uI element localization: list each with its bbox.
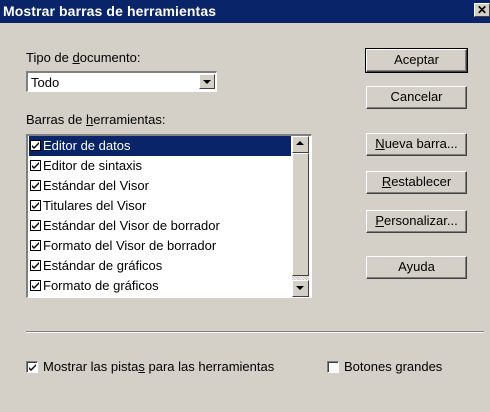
checkmark-icon bbox=[32, 202, 39, 209]
checkmark-icon bbox=[32, 242, 39, 249]
arrow-down-icon bbox=[296, 286, 304, 290]
large-buttons-checkbox[interactable] bbox=[327, 361, 339, 373]
document-type-value: Todo bbox=[31, 75, 60, 90]
toolbar-item-label: Estándar del Visor de borrador bbox=[43, 218, 220, 233]
toolbar-checkbox[interactable] bbox=[30, 140, 41, 151]
arrow-up-icon bbox=[296, 141, 304, 145]
toolbar-item-label: Formato del Visor de borrador bbox=[43, 238, 217, 253]
scroll-down-button[interactable] bbox=[292, 280, 309, 297]
toolbar-list-item[interactable]: Estándar del Visor de borrador bbox=[29, 216, 291, 236]
reset-button[interactable]: Restablecer bbox=[366, 171, 467, 194]
vertical-scrollbar[interactable] bbox=[292, 136, 309, 297]
scroll-up-button[interactable] bbox=[292, 136, 309, 153]
toolbar-list-item[interactable]: Editor de sintaxis bbox=[29, 156, 291, 176]
document-type-label: Tipo de documento: bbox=[26, 50, 141, 65]
toolbar-checkbox[interactable] bbox=[30, 200, 41, 211]
toolbar-checkbox[interactable] bbox=[30, 240, 41, 251]
close-icon: ✕ bbox=[476, 3, 488, 17]
chevron-down-icon bbox=[203, 80, 211, 84]
title-bar: Mostrar barras de herramientas ✕ bbox=[0, 0, 490, 23]
window-title: Mostrar barras de herramientas bbox=[3, 3, 217, 19]
show-tips-label[interactable]: Mostrar las pistas para las herramientas bbox=[43, 359, 274, 374]
large-buttons-label[interactable]: Botones grandes bbox=[344, 359, 442, 374]
new-toolbar-button[interactable]: Nueva barra... bbox=[366, 133, 467, 156]
toolbar-checkbox[interactable] bbox=[30, 220, 41, 231]
customize-button[interactable]: Personalizar... bbox=[366, 210, 467, 233]
checkmark-icon bbox=[32, 282, 39, 289]
toolbars-listbox[interactable]: Editor de datos Editor de sintaxis Estánda… bbox=[26, 134, 312, 298]
separator bbox=[26, 331, 484, 333]
cancel-button[interactable]: Cancelar bbox=[366, 86, 467, 109]
toolbar-item-label: Titulares del Visor bbox=[43, 198, 147, 213]
toolbar-list-item[interactable]: Formato del Visor de borrador bbox=[29, 236, 291, 256]
toolbar-checkbox[interactable] bbox=[30, 280, 41, 291]
toolbar-item-label: Editor de datos bbox=[43, 138, 131, 153]
toolbar-checkbox[interactable] bbox=[30, 160, 41, 171]
checkmark-icon bbox=[32, 162, 39, 169]
close-button[interactable]: ✕ bbox=[474, 3, 490, 17]
toolbar-item-label: Editor de sintaxis bbox=[43, 158, 142, 173]
toolbar-list-item[interactable]: Titulares del Visor bbox=[29, 196, 291, 216]
toolbar-list-item[interactable]: Formato de gráficos bbox=[29, 276, 291, 296]
checkmark-icon bbox=[29, 364, 36, 371]
scroll-thumb[interactable] bbox=[292, 153, 309, 276]
checkmark-icon bbox=[32, 222, 39, 229]
toolbar-list-item[interactable]: Editor de datos bbox=[29, 136, 291, 156]
show-tips-checkbox[interactable] bbox=[26, 361, 38, 373]
toolbar-checkbox[interactable] bbox=[30, 260, 41, 271]
toolbar-item-label: Estándar de gráficos bbox=[43, 258, 163, 273]
toolbar-list-item[interactable]: Estándar de gráficos bbox=[29, 256, 291, 276]
checkmark-icon bbox=[32, 262, 39, 269]
help-button[interactable]: Ayuda bbox=[366, 256, 467, 279]
checkmark-icon bbox=[32, 142, 39, 149]
checkmark-icon bbox=[32, 182, 39, 189]
toolbars-label: Barras de herramientas: bbox=[26, 112, 166, 127]
document-type-dropdown[interactable]: Todo bbox=[26, 71, 217, 92]
accept-button[interactable]: Aceptar bbox=[365, 48, 468, 73]
dropdown-button[interactable] bbox=[199, 74, 215, 89]
toolbar-list-item[interactable]: Estándar del Visor bbox=[29, 176, 291, 196]
toolbar-item-label: Formato de gráficos bbox=[43, 278, 159, 293]
toolbar-item-label: Estándar del Visor bbox=[43, 178, 149, 193]
toolbar-checkbox[interactable] bbox=[30, 180, 41, 191]
